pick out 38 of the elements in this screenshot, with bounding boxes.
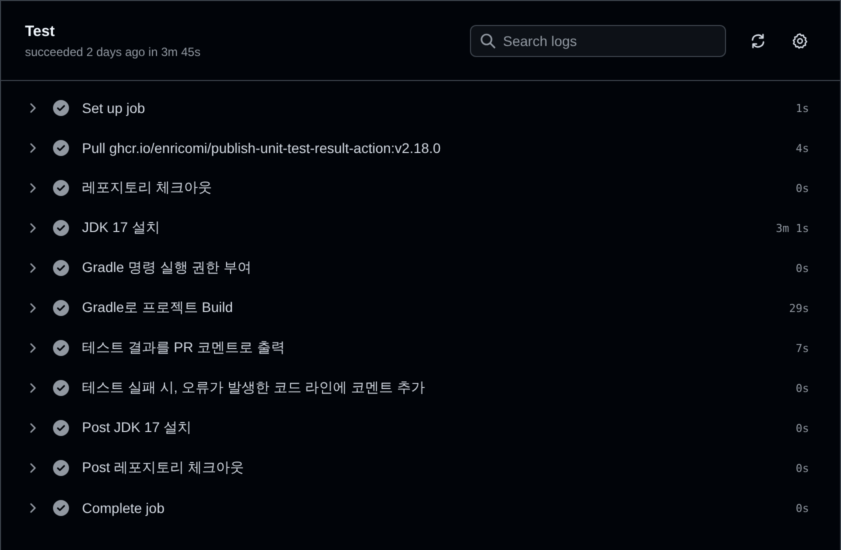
step-duration: 0s	[796, 382, 809, 394]
check-circle-icon	[53, 380, 69, 396]
job-summary: succeeded 2 days ago in 3m 45s	[25, 44, 202, 58]
step-name[interactable]: Post 레포지토리 체크아웃	[82, 459, 796, 477]
check-circle-icon	[53, 340, 69, 356]
step-duration: 4s	[796, 142, 809, 154]
step-name[interactable]: Gradle 명령 실행 권한 부여	[82, 259, 796, 277]
step-duration: 1s	[796, 102, 809, 114]
step-name[interactable]: Complete job	[82, 500, 796, 516]
check-circle-icon	[53, 220, 69, 236]
check-circle-icon	[53, 260, 69, 276]
step-duration: 0s	[796, 262, 809, 274]
check-circle-icon	[53, 180, 69, 196]
search-field[interactable]: Search logs	[470, 24, 726, 56]
step-duration: 7s	[796, 342, 809, 354]
step-duration: 29s	[789, 302, 809, 314]
check-circle-icon	[53, 140, 69, 156]
step-name[interactable]: 레포지토리 체크아웃	[82, 179, 796, 197]
check-circle-icon	[53, 300, 69, 316]
check-circle-icon	[53, 100, 69, 116]
refresh-icon[interactable]	[750, 32, 766, 48]
step-name[interactable]: 테스트 결과를 PR 코멘트로 출력	[82, 339, 796, 357]
step-name[interactable]: Set up job	[82, 100, 796, 116]
step-name[interactable]: Pull ghcr.io/enricomi/publish-unit-test-result-action:v2.18.0	[82, 140, 796, 156]
step-duration: 0s	[796, 502, 809, 514]
step-duration: 3m 1s	[776, 222, 809, 234]
step-name[interactable]: Post JDK 17 설치	[82, 419, 796, 437]
check-circle-icon	[53, 420, 69, 436]
settings-icon[interactable]	[792, 32, 808, 48]
step-name[interactable]: 테스트 실패 시, 오류가 발생한 코드 라인에 코멘트 추가	[82, 379, 796, 397]
step-name[interactable]: Gradle로 프로젝트 Build	[82, 299, 790, 317]
check-circle-icon	[53, 500, 69, 516]
step-name[interactable]: JDK 17 설치	[82, 219, 776, 237]
job-title: Test	[25, 22, 56, 40]
step-duration: 0s	[796, 462, 809, 474]
check-circle-icon	[53, 460, 69, 476]
step-duration: 0s	[796, 182, 809, 194]
step-duration: 0s	[796, 422, 809, 434]
